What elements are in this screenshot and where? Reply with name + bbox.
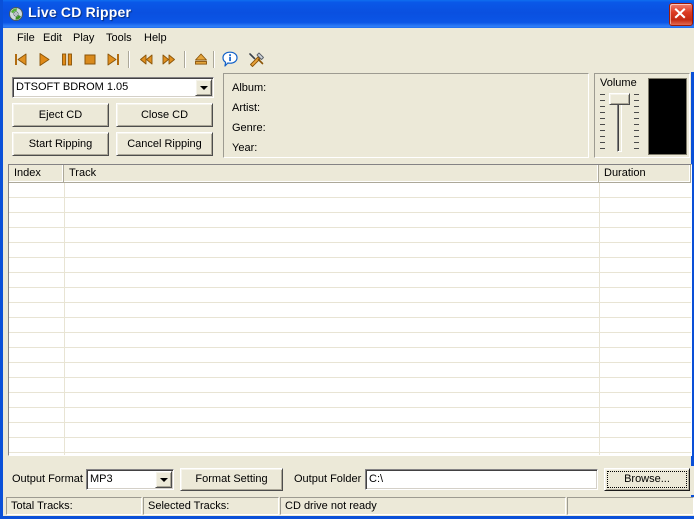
output-format-label: Output Format bbox=[12, 473, 83, 485]
menu-item-edit[interactable]: Edit bbox=[38, 31, 67, 45]
tools-button[interactable] bbox=[246, 49, 268, 70]
rewind-button[interactable] bbox=[135, 49, 157, 70]
toolbar-separator-3 bbox=[213, 51, 215, 68]
pause-button[interactable] bbox=[56, 49, 78, 70]
eject-icon bbox=[190, 53, 212, 73]
volume-label: Volume bbox=[600, 77, 637, 89]
column-header-duration[interactable]: Duration bbox=[599, 165, 691, 183]
volume-slider[interactable] bbox=[598, 91, 642, 154]
fast-forward-button[interactable] bbox=[158, 49, 180, 70]
output-format-select[interactable]: MP3 bbox=[86, 469, 174, 490]
play-button[interactable] bbox=[33, 49, 55, 70]
slider-ticks-right bbox=[634, 94, 639, 152]
menu-bar: File Edit Play Tools Help bbox=[6, 28, 694, 47]
window-title: Live CD Ripper bbox=[28, 4, 132, 20]
year-label: Year: bbox=[232, 142, 258, 154]
eject-cd-button[interactable]: Eject CD bbox=[12, 103, 109, 127]
next-track-icon bbox=[102, 53, 124, 73]
output-folder-value: C:\ bbox=[369, 473, 384, 485]
toolbar bbox=[6, 47, 694, 72]
genre-label: Genre: bbox=[232, 122, 266, 134]
output-folder-input[interactable]: C:\ bbox=[365, 469, 598, 490]
stop-icon bbox=[79, 54, 101, 73]
rewind-icon bbox=[135, 54, 157, 73]
output-format-value: MP3 bbox=[90, 473, 113, 485]
track-list[interactable]: Index Track Duration bbox=[8, 164, 692, 456]
cancel-ripping-button[interactable]: Cancel Ripping bbox=[116, 132, 213, 156]
track-list-body[interactable] bbox=[9, 183, 691, 455]
close-cd-button[interactable]: Close CD bbox=[116, 103, 213, 127]
stop-button[interactable] bbox=[79, 49, 101, 70]
slider-ticks-left bbox=[600, 94, 605, 152]
focus-rectangle bbox=[607, 471, 687, 488]
column-header-track[interactable]: Track bbox=[64, 165, 599, 183]
close-button[interactable] bbox=[669, 3, 693, 26]
pause-icon bbox=[56, 53, 78, 73]
tools-icon bbox=[246, 52, 268, 73]
column-header-index[interactable]: Index bbox=[9, 165, 64, 183]
play-icon bbox=[33, 53, 55, 73]
volume-display bbox=[648, 78, 687, 155]
browse-button[interactable]: Browse... bbox=[604, 468, 690, 491]
next-track-button[interactable] bbox=[102, 49, 124, 70]
volume-slider-thumb[interactable] bbox=[609, 93, 630, 105]
drive-select[interactable]: DTSOFT BDROM 1.05 bbox=[12, 77, 214, 98]
eject-button[interactable] bbox=[190, 49, 212, 70]
artist-label: Artist: bbox=[232, 102, 261, 114]
menu-item-file[interactable]: File bbox=[12, 31, 40, 45]
format-setting-button[interactable]: Format Setting bbox=[180, 468, 283, 491]
track-list-header: Index Track Duration bbox=[9, 165, 691, 183]
menu-item-tools[interactable]: Tools bbox=[101, 31, 137, 45]
status-total-tracks: Total Tracks: bbox=[6, 497, 142, 515]
album-label: Album: bbox=[232, 82, 267, 94]
status-bar: Total Tracks: Selected Tracks: CD drive … bbox=[6, 497, 694, 516]
volume-panel: Volume bbox=[594, 73, 690, 158]
drive-select-value: DTSOFT BDROM 1.05 bbox=[16, 81, 129, 93]
status-message: CD drive not ready bbox=[280, 497, 566, 515]
chevron-down-icon[interactable] bbox=[195, 79, 212, 96]
status-selected-tracks: Selected Tracks: bbox=[143, 497, 279, 515]
menu-item-play[interactable]: Play bbox=[68, 31, 99, 45]
chevron-down-icon[interactable] bbox=[155, 471, 172, 488]
fast-forward-icon bbox=[158, 54, 180, 73]
title-bar: Live CD Ripper bbox=[3, 0, 694, 28]
status-extra bbox=[567, 497, 694, 515]
application-window: Live CD Ripper File Edit Play Tools Help bbox=[0, 0, 694, 519]
info-icon bbox=[219, 51, 241, 73]
cd-disc-icon bbox=[8, 6, 24, 22]
menu-item-help[interactable]: Help bbox=[139, 31, 172, 45]
album-info-panel: Album: Artist: Genre: Year: bbox=[223, 73, 589, 158]
toolbar-separator-2 bbox=[184, 51, 186, 68]
toolbar-separator-1 bbox=[128, 51, 130, 68]
output-folder-label: Output Folder bbox=[294, 473, 362, 485]
start-ripping-button[interactable]: Start Ripping bbox=[12, 132, 109, 156]
info-button[interactable] bbox=[219, 49, 241, 70]
previous-track-icon bbox=[10, 53, 32, 73]
previous-track-button[interactable] bbox=[10, 49, 32, 70]
